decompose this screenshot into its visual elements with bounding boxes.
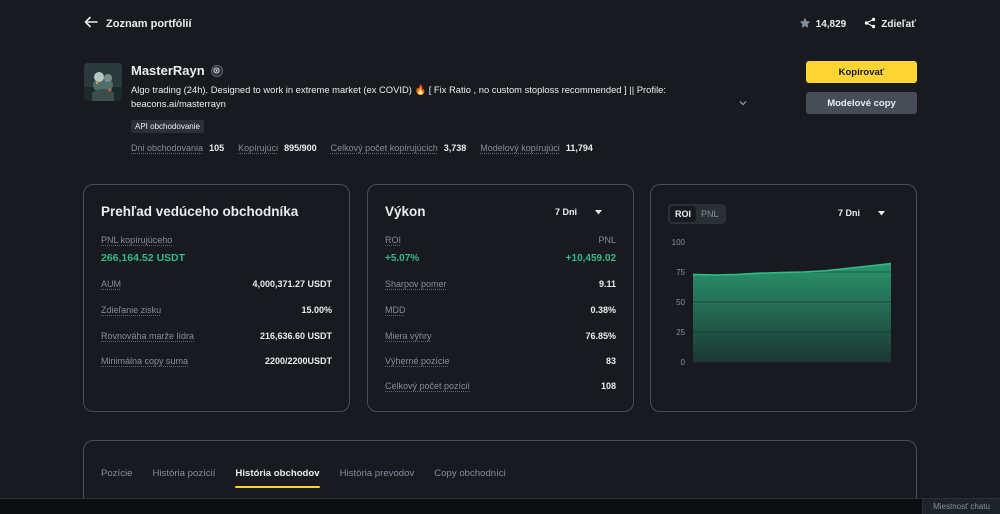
caret-down-icon	[878, 208, 886, 218]
y-tick-label: 50	[676, 298, 685, 307]
overview-row: Rovnováha marže lídra 216,636.60 USDT	[101, 331, 332, 341]
performance-row: Celkový počet pozícií 108	[385, 381, 616, 391]
chevron-down-icon[interactable]	[738, 98, 748, 111]
tab-copy-traders[interactable]: Copy obchodníci	[434, 468, 505, 488]
performance-row: MDD 0.38%	[385, 305, 616, 315]
roi-value: +5.07%	[385, 253, 420, 264]
avatar	[84, 63, 122, 101]
trader-name: MasterRayn	[131, 63, 205, 78]
api-trading-tag: API obchodovanie	[131, 120, 204, 133]
trader-stats: Dni obchodovania 105 Kopírujúci 895/900 Ce…	[131, 143, 593, 153]
share-label: Zdieľať	[881, 19, 916, 30]
performance-row: Sharpov pomer 9.11	[385, 279, 616, 289]
share-button[interactable]: Zdieľať	[864, 17, 916, 32]
stat-copiers: Kopírujúci 895/900	[238, 143, 317, 153]
caret-down-icon	[595, 207, 603, 217]
performance-row: Miera výhry 76.85%	[385, 331, 616, 341]
verified-badge-icon	[210, 64, 223, 77]
y-tick-label: 100	[672, 238, 686, 247]
performance-period-select[interactable]: 7 Dni	[555, 207, 603, 217]
roi-label: ROI	[385, 235, 402, 245]
performance-title: Výkon	[385, 204, 426, 219]
copy-button[interactable]: Kopírovať	[806, 61, 917, 83]
history-tabs: Pozície História pozícií História obchod…	[101, 468, 506, 488]
tab-position-history[interactable]: História pozícií	[152, 468, 215, 488]
share-icon	[864, 17, 876, 32]
stat-trading-days: Dni obchodovania 105	[131, 143, 225, 153]
back-label: Zoznam portfólií	[106, 17, 192, 30]
trader-description: Algo trading (24h). Designed to work in …	[131, 84, 666, 109]
back-to-portfolio-list[interactable]: Zoznam portfólií	[84, 16, 192, 31]
copier-pnl-value: 266,164.52 USDT	[101, 252, 186, 264]
y-tick-label: 0	[681, 358, 686, 367]
roi-pnl-toggle: ROI PNL	[668, 204, 726, 224]
tab-transfer-history[interactable]: História prevodov	[340, 468, 415, 488]
favorites-count: 14,829	[815, 19, 847, 30]
tab-positions[interactable]: Pozície	[101, 468, 132, 488]
roi-chart-card: ROI PNL 7 Dni 100 75 50 25 0	[650, 184, 917, 412]
copier-pnl-label: PNL kopírujúceho	[101, 235, 173, 245]
overview-row: Minimálna copy suma 2200/2200USDT	[101, 356, 332, 366]
star-icon	[799, 17, 811, 32]
footer-bar	[0, 498, 1000, 514]
overview-row: Zdieľanie zisku 15.00%	[101, 305, 332, 315]
stat-total-copiers: Celkový počet kopírujúcich 3,738	[330, 143, 467, 153]
overview-row: AUM 4,000,371.27 USDT	[101, 279, 332, 289]
y-tick-label: 75	[676, 268, 685, 277]
overview-title: Prehľad vedúceho obchodníka	[101, 204, 299, 219]
pnl-value: +10,459.02	[565, 253, 616, 264]
arrow-left-icon	[84, 16, 98, 31]
roi-area-chart: 100 75 50 25 0	[672, 238, 892, 367]
y-tick-label: 25	[676, 328, 685, 337]
tab-trade-history[interactable]: História obchodov	[235, 468, 320, 488]
favorite-button[interactable]: 14,829	[799, 17, 847, 32]
chat-room-button[interactable]: Miestnosť chatu	[922, 499, 1000, 514]
toggle-roi[interactable]: ROI	[670, 206, 697, 222]
stat-model-copiers: Modelový kopírujúci 11,794	[480, 143, 593, 153]
pnl-label: PNL	[598, 235, 616, 245]
performance-card: Výkon 7 Dni ROI PNL +5.07% +10,459.02 Sh…	[367, 184, 634, 412]
model-copy-button[interactable]: Modelové copy	[806, 92, 917, 114]
lead-trader-overview-card: Prehľad vedúceho obchodníka PNL kopírujú…	[83, 184, 350, 412]
chart-period-select[interactable]: 7 Dni	[838, 208, 886, 218]
roi-area-fill	[693, 263, 891, 362]
toggle-pnl[interactable]: PNL	[696, 206, 724, 222]
performance-row: Výherné pozície 83	[385, 356, 616, 366]
